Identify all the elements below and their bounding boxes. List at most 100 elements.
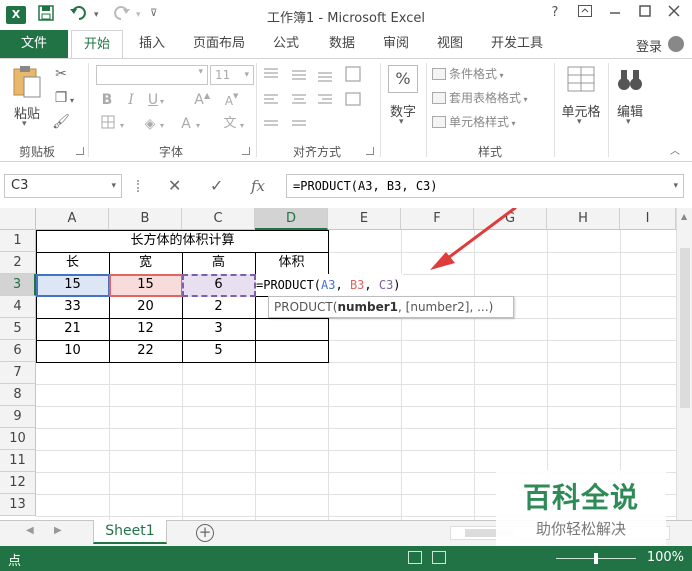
bold-button[interactable]: B: [100, 91, 114, 109]
conditional-format-button[interactable]: 条件格式 ▾: [432, 65, 504, 83]
data-cell-b5[interactable]: 12: [109, 318, 182, 340]
formula-input[interactable]: =PRODUCT(A3, B3, C3) ▾: [286, 174, 684, 198]
row-header-1[interactable]: 1: [0, 230, 36, 252]
sheet-prev-icon[interactable]: ◀: [26, 525, 34, 536]
zoom-level[interactable]: 100%: [647, 550, 684, 565]
row-header-5[interactable]: 5: [0, 318, 36, 340]
header-cell-length[interactable]: 长: [36, 252, 109, 274]
cells-button[interactable]: 单元格 ▾: [558, 63, 604, 139]
column-header-c[interactable]: C: [182, 208, 255, 230]
splitter-handle[interactable]: [137, 180, 139, 192]
maximize-icon[interactable]: [635, 5, 655, 21]
alignment-icons[interactable]: [262, 65, 382, 135]
header-cell-volume[interactable]: 体积: [255, 252, 328, 274]
font-color-dropdown-icon[interactable]: ▾: [196, 117, 200, 135]
sheet-tab-sheet1[interactable]: Sheet1: [93, 520, 167, 544]
normal-view-icon[interactable]: [408, 551, 422, 564]
row-header-10[interactable]: 10: [0, 428, 36, 450]
page-layout-view-icon[interactable]: [432, 551, 446, 564]
borders-icon[interactable]: [100, 115, 116, 134]
data-cell-a5[interactable]: 21: [36, 318, 109, 340]
tab-page-layout[interactable]: 页面布局: [184, 30, 254, 58]
data-cell-b4[interactable]: 20: [109, 296, 182, 318]
enter-button[interactable]: ✓: [210, 174, 223, 198]
vertical-scrollbar[interactable]: ▲: [676, 208, 692, 520]
underline-button[interactable]: U: [146, 91, 160, 109]
number-format-button[interactable]: % 数字 ▾: [384, 63, 422, 139]
avatar[interactable]: [668, 36, 684, 52]
cancel-button[interactable]: ✕: [168, 174, 181, 198]
row-header-3[interactable]: 3: [0, 274, 36, 296]
row-header-6[interactable]: 6: [0, 340, 36, 362]
format-as-table-button[interactable]: 套用表格格式 ▾: [432, 89, 528, 107]
tab-data[interactable]: 数据: [318, 30, 366, 58]
data-cell-a4[interactable]: 33: [36, 296, 109, 318]
minimize-icon[interactable]: [605, 5, 625, 21]
column-header-b[interactable]: B: [109, 208, 182, 230]
row-header-7[interactable]: 7: [0, 362, 36, 384]
font-size-select[interactable]: 11 ▾: [210, 65, 254, 85]
column-header-e[interactable]: E: [328, 208, 401, 230]
column-header-d[interactable]: D: [255, 208, 328, 230]
copy-dropdown-icon[interactable]: ▾: [70, 92, 74, 110]
zoom-slider-handle[interactable]: [594, 553, 598, 564]
row-header-2[interactable]: 2: [0, 252, 36, 274]
format-painter-icon[interactable]: 🖌: [52, 113, 70, 131]
row-header-9[interactable]: 9: [0, 406, 36, 428]
column-header-h[interactable]: H: [547, 208, 620, 230]
header-cell-height[interactable]: 高: [182, 252, 255, 274]
collapse-ribbon-icon[interactable]: ︿: [670, 143, 680, 161]
data-cell-a3[interactable]: 15: [36, 274, 109, 296]
fill-color-dropdown-icon[interactable]: ▾: [160, 117, 164, 135]
tab-developer[interactable]: 开发工具: [480, 30, 554, 58]
row-header-8[interactable]: 8: [0, 384, 36, 406]
tab-file[interactable]: 文件: [0, 30, 68, 58]
tab-formulas[interactable]: 公式: [262, 30, 310, 58]
column-header-i[interactable]: I: [620, 208, 676, 230]
cut-icon[interactable]: ✂: [52, 65, 70, 83]
cell-styles-button[interactable]: 单元格样式 ▾: [432, 113, 516, 131]
insert-function-button[interactable]: fx: [251, 174, 265, 198]
scroll-up-icon[interactable]: ▲: [681, 212, 687, 221]
function-tooltip[interactable]: PRODUCT(number1, [number2], ...): [268, 296, 514, 318]
row-header-12[interactable]: 12: [0, 472, 36, 494]
ribbon-display-icon[interactable]: [575, 5, 595, 21]
borders-dropdown-icon[interactable]: ▾: [120, 117, 124, 135]
sheet-next-icon[interactable]: ▶: [54, 525, 62, 536]
row-header-11[interactable]: 11: [0, 450, 36, 472]
copy-icon[interactable]: ❐: [52, 89, 70, 107]
phonetic-button[interactable]: 文: [222, 115, 238, 133]
data-cell-c5[interactable]: 3: [182, 318, 255, 340]
tab-insert[interactable]: 插入: [128, 30, 176, 58]
font-launcher-icon[interactable]: [242, 147, 250, 155]
login-link[interactable]: 登录: [636, 36, 662, 55]
row-header-4[interactable]: 4: [0, 296, 36, 318]
tab-review[interactable]: 审阅: [372, 30, 420, 58]
select-all-corner[interactable]: [0, 208, 36, 230]
paste-button[interactable]: 粘贴 ▾: [8, 63, 46, 133]
font-color-button[interactable]: A: [178, 115, 194, 133]
row-header-13[interactable]: 13: [0, 494, 36, 516]
fill-color-icon[interactable]: ◈: [142, 115, 158, 133]
alignment-launcher-icon[interactable]: [366, 147, 374, 155]
name-box[interactable]: C3 ▾: [4, 174, 122, 198]
data-cell-c4[interactable]: 2: [182, 296, 255, 318]
vertical-scroll-thumb[interactable]: [680, 248, 690, 408]
phonetic-dropdown-icon[interactable]: ▾: [240, 117, 244, 135]
data-cell-b3[interactable]: 15: [109, 274, 182, 296]
data-cell-a6[interactable]: 10: [36, 340, 109, 362]
add-sheet-button[interactable]: +: [196, 524, 214, 542]
underline-dropdown-icon[interactable]: ▾: [160, 93, 164, 111]
italic-button[interactable]: I: [124, 91, 138, 109]
help-button[interactable]: ?: [545, 5, 565, 20]
editing-cell-d3[interactable]: =PRODUCT(A3, B3, C3): [256, 274, 403, 296]
header-cell-width[interactable]: 宽: [109, 252, 182, 274]
column-header-f[interactable]: F: [401, 208, 474, 230]
column-header-a[interactable]: A: [36, 208, 109, 230]
data-cell-c3[interactable]: 6: [182, 274, 255, 296]
data-cell-c6[interactable]: 5: [182, 340, 255, 362]
editing-button[interactable]: 编辑 ▾: [610, 63, 650, 139]
tab-home[interactable]: 开始: [71, 30, 123, 59]
close-icon[interactable]: [664, 5, 684, 21]
font-name-select[interactable]: ▾: [96, 65, 208, 85]
